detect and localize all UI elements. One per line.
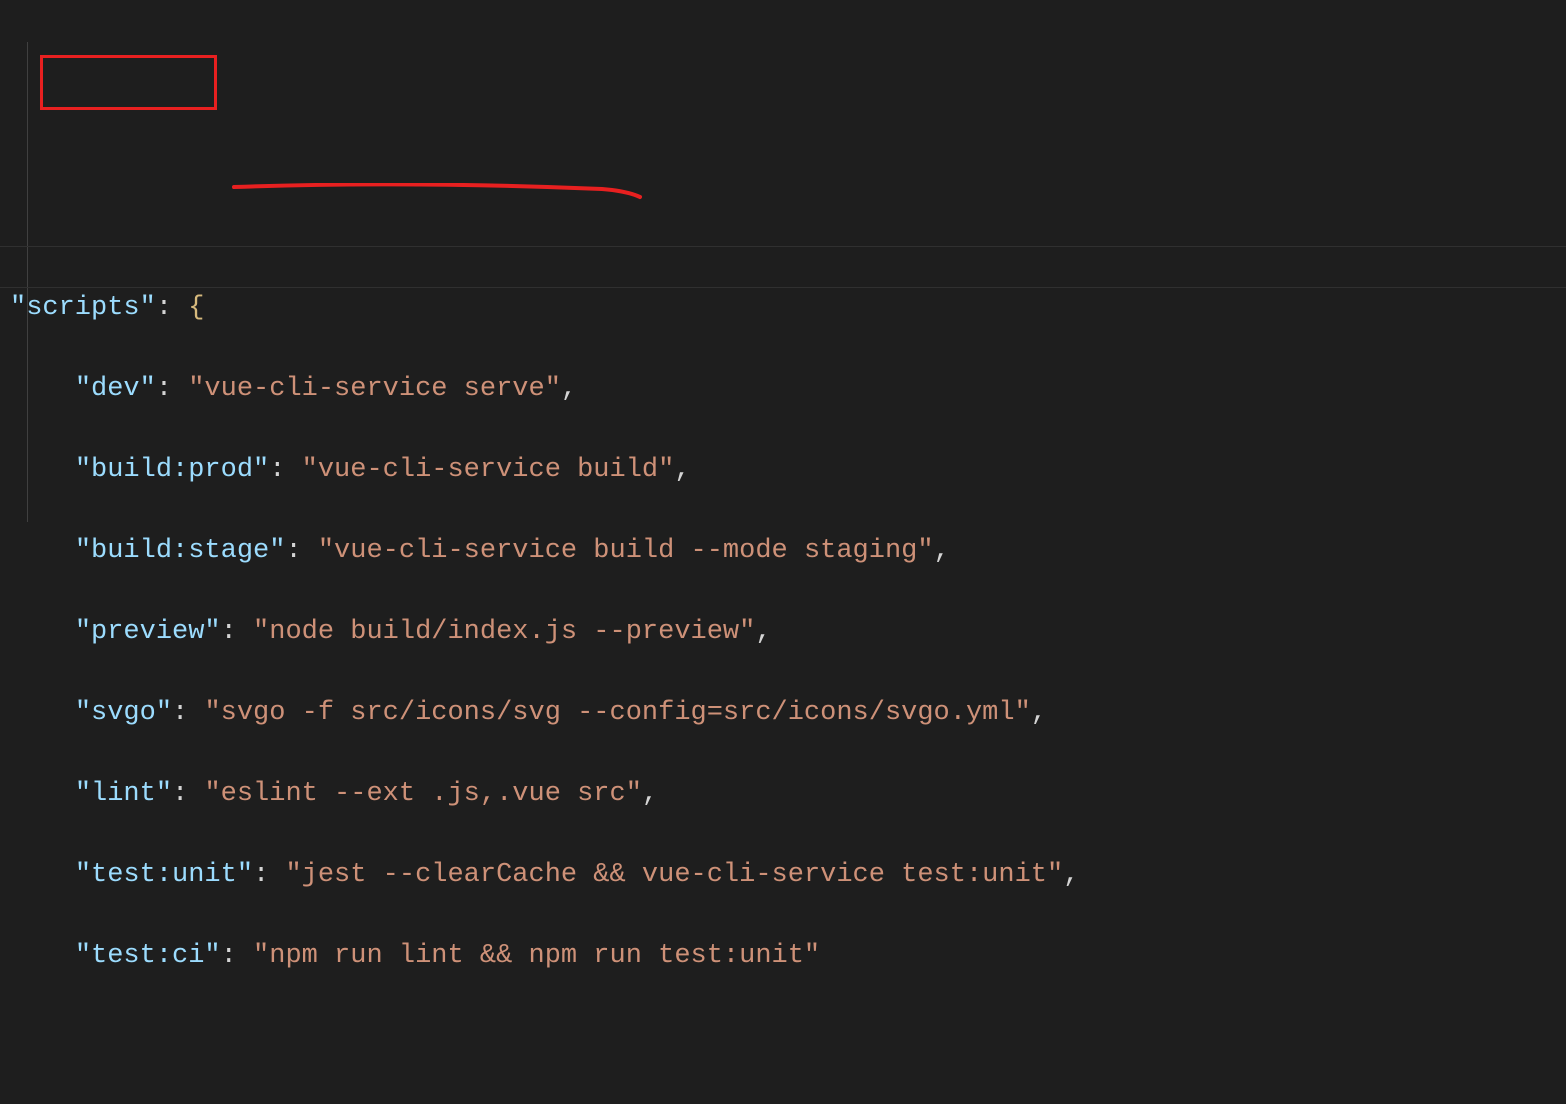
json-colon: : — [269, 455, 301, 485]
json-colon: : — [156, 293, 188, 323]
code-line-entry: "svgo": "svgo -f src/icons/svg --config=… — [10, 693, 1556, 734]
json-brace-open: { — [188, 293, 204, 323]
json-string: "svgo -f src/icons/svg --config=src/icon… — [204, 698, 1030, 728]
json-string: "vue-cli-service build --mode staging" — [318, 536, 934, 566]
code-line-entry: "preview": "node build/index.js --previe… — [10, 612, 1556, 653]
current-line-highlight — [0, 246, 1566, 288]
code-line-entry: "dev": "vue-cli-service serve", — [10, 369, 1556, 410]
code-line-entry: "build:prod": "vue-cli-service build", — [10, 450, 1556, 491]
json-comma: , — [1031, 698, 1047, 728]
json-colon: : — [285, 536, 317, 566]
annotation-red-box — [40, 55, 217, 110]
json-colon: : — [156, 374, 188, 404]
json-key: "preview" — [75, 617, 221, 647]
json-key: "lint" — [75, 779, 172, 809]
code-line-entry: "lint": "eslint --ext .js,.vue src", — [10, 774, 1556, 815]
json-key: "svgo" — [75, 698, 172, 728]
json-key: "scripts" — [10, 293, 156, 323]
json-colon: : — [172, 779, 204, 809]
json-colon: : — [172, 698, 204, 728]
json-key: "dev" — [75, 374, 156, 404]
code-line-entry: "test:ci": "npm run lint && npm run test… — [10, 936, 1556, 977]
json-key: "test:ci" — [75, 941, 221, 971]
json-string: "jest --clearCache && vue-cli-service te… — [285, 860, 1063, 890]
code-line-scripts: "scripts": { — [10, 288, 1556, 329]
json-key: "build:stage" — [75, 536, 286, 566]
json-comma: , — [642, 779, 658, 809]
json-string: "node build/index.js --preview" — [253, 617, 755, 647]
json-key: "build:prod" — [75, 455, 269, 485]
json-string: "vue-cli-service build" — [302, 455, 675, 485]
code-line-entry: "build:stage": "vue-cli-service build --… — [10, 531, 1556, 572]
json-colon: : — [253, 860, 285, 890]
json-comma: , — [934, 536, 950, 566]
code-line-entry: "test:unit": "jest --clearCache && vue-c… — [10, 855, 1556, 896]
json-string: "eslint --ext .js,.vue src" — [204, 779, 641, 809]
annotation-red-underline — [232, 102, 641, 244]
json-comma: , — [1063, 860, 1079, 890]
json-colon: : — [221, 941, 253, 971]
json-key: "test:unit" — [75, 860, 253, 890]
json-comma: , — [674, 455, 690, 485]
json-string: "vue-cli-service serve" — [188, 374, 561, 404]
json-colon: : — [221, 617, 253, 647]
json-comma: , — [561, 374, 577, 404]
json-string: "npm run lint && npm run test:unit" — [253, 941, 820, 971]
json-comma: , — [755, 617, 771, 647]
